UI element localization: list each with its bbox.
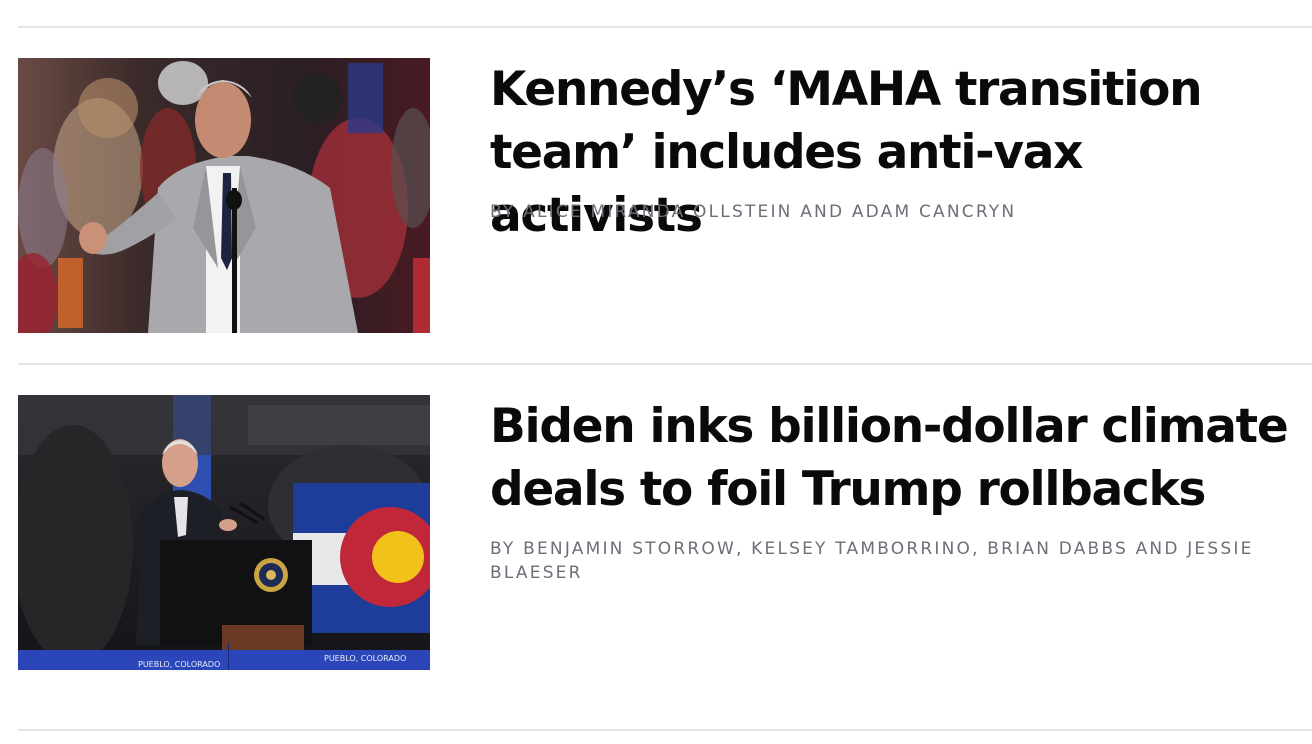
divider — [18, 729, 1312, 731]
divider — [18, 26, 1312, 28]
banner-text-left: PUEBLO, COLORADO — [138, 660, 220, 669]
story-byline: BY ALICE MIRANDA OLLSTEIN AND ADAM CANCR… — [490, 202, 1017, 222]
story-feed: Kennedy’s ‘MAHA transition team’ include… — [0, 0, 1312, 744]
story-card: Kennedy’s ‘MAHA transition team’ include… — [0, 58, 1312, 334]
speaker-photo — [18, 58, 430, 333]
story-byline: BY BENJAMIN STORROW, KELSEY TAMBORRINO, … — [490, 539, 1254, 583]
story-card: PUEBLO, COLORADO PUEBLO, COLORADO Biden … — [0, 395, 1312, 671]
banner-text-right: PUEBLO, COLORADO — [324, 654, 406, 663]
story-headline[interactable]: Biden inks billion-dollar climate deals … — [490, 395, 1290, 521]
story-image[interactable] — [18, 58, 430, 333]
story-image[interactable]: PUEBLO, COLORADO PUEBLO, COLORADO — [18, 395, 430, 670]
divider — [18, 363, 1312, 365]
podium-photo: PUEBLO, COLORADO PUEBLO, COLORADO — [18, 395, 430, 670]
